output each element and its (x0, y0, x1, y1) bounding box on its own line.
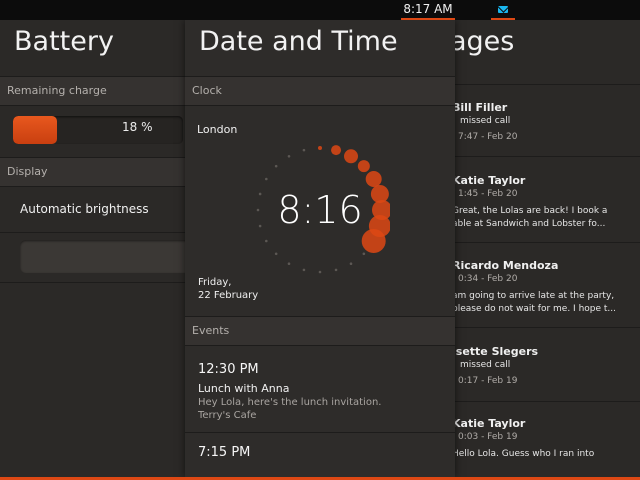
date-time-panel: Date and Time Clock London 8:16 Friday, … (185, 20, 455, 477)
clock-city: London (197, 123, 238, 136)
seconds-bubble (361, 229, 386, 253)
clock-time: 8:16 (277, 188, 363, 232)
clock-day: Friday, (198, 277, 232, 288)
message-summary: missed call (460, 116, 511, 126)
remaining-charge-header: Remaining charge (0, 76, 190, 106)
message-time: 0:34 - Feb 20 (458, 274, 518, 284)
message-preview: Hello Lola. Guess who I ran into (452, 448, 632, 461)
event-description: Hey Lola, here's the lunch invitation. T… (198, 396, 448, 422)
divider (0, 282, 190, 283)
minute-dot (265, 239, 268, 243)
message-preview-line: Great, the Lolas are back! I book a (452, 206, 608, 216)
seconds-bubble (365, 171, 382, 187)
charge-fill (13, 116, 58, 144)
message-sender: Ricardo Mendoza (452, 259, 559, 272)
status-bar: 8:17 AM (0, 0, 640, 20)
minute-dot (362, 252, 366, 256)
messages-indicator[interactable] (491, 0, 515, 20)
charge-row: 18 % (0, 106, 190, 158)
message-preview-line: please do not wait for me. I hope t... (452, 304, 617, 314)
brightness-slider[interactable] (20, 240, 190, 273)
date-time-title: Date and Time (199, 26, 398, 57)
message-preview-line: able at Sandwich and Lobster fo... (452, 219, 606, 229)
charge-bar (13, 116, 183, 144)
divider (442, 84, 640, 85)
minute-dot (287, 262, 291, 265)
battery-panel: Battery Remaining charge 18 % Display Au… (0, 20, 190, 477)
message-item[interactable]: Ricardo Mendoza 0:34 - Feb 20 am going t… (442, 252, 640, 332)
seconds-bubble (318, 146, 322, 150)
minute-dot (265, 177, 268, 181)
minute-dot (334, 268, 338, 272)
event-time: 12:30 PM (198, 362, 259, 377)
minute-dot (274, 164, 278, 168)
message-sender: Katie Taylor (452, 174, 526, 187)
divider (442, 156, 640, 157)
seconds-bubble (331, 145, 342, 156)
message-preview: am going to arrive late at the party, pl… (452, 290, 632, 316)
message-sender: isette Slegers (452, 345, 539, 358)
event-time: 7:15 PM (198, 445, 251, 460)
seconds-bubble (357, 160, 370, 173)
clock-indicator[interactable]: 8:17 AM (401, 0, 455, 20)
minute-dot (302, 148, 306, 152)
messages-panel: ages Bill Filler missed call 7:47 - Feb … (442, 20, 640, 477)
divider (442, 401, 640, 402)
message-item[interactable]: Bill Filler missed call 7:47 - Feb 20 (442, 94, 640, 174)
minute-dot (318, 270, 322, 274)
clock-full-date: 22 February (198, 290, 259, 301)
auto-brightness-label: Automatic brightness (20, 202, 149, 216)
seconds-bubble (344, 149, 358, 164)
event-title: Lunch with Anna (198, 382, 290, 395)
minute-dot (302, 268, 306, 272)
message-preview: Great, the Lolas are back! I book a able… (452, 205, 632, 231)
event-item[interactable]: 12:30 PM Lunch with Anna Hey Lola, here'… (185, 350, 455, 432)
event-description-line: Terry's Cafe (198, 410, 257, 421)
events-header: Events (185, 316, 455, 346)
message-item[interactable]: isette Slegers missed call 0:17 - Feb 19 (442, 338, 640, 418)
event-item[interactable]: 7:15 PM (185, 433, 455, 477)
message-time: 1:45 - Feb 20 (458, 189, 518, 199)
minute-dot (274, 252, 278, 256)
divider (0, 232, 190, 233)
battery-title: Battery (14, 26, 114, 57)
divider (442, 242, 640, 243)
minute-dot (287, 155, 291, 158)
message-summary: missed call (460, 360, 511, 370)
charge-percent: 18 % (122, 120, 153, 134)
messages-title: ages (450, 26, 515, 57)
message-item[interactable]: Katie Taylor 1:45 - Feb 20 Great, the Lo… (442, 167, 640, 247)
clock-date: Friday, 22 February (198, 276, 298, 302)
message-time: 7:47 - Feb 20 (458, 132, 518, 142)
event-description-line: Hey Lola, here's the lunch invitation. (198, 397, 382, 408)
message-preview-line: Hello Lola. Guess who I ran into (452, 449, 595, 459)
divider (442, 327, 640, 328)
envelope-icon (498, 6, 508, 13)
message-preview-line: am going to arrive late at the party, (452, 291, 615, 301)
display-header: Display (0, 157, 190, 187)
message-sender: Katie Taylor (452, 417, 526, 430)
message-item[interactable]: Katie Taylor 0:03 - Feb 19 Hello Lola. G… (442, 410, 640, 477)
minute-dot (349, 262, 353, 265)
clock-header: Clock (185, 76, 455, 106)
message-time: 0:03 - Feb 19 (458, 432, 518, 442)
message-time: 0:17 - Feb 19 (458, 376, 518, 386)
message-sender: Bill Filler (452, 101, 508, 114)
